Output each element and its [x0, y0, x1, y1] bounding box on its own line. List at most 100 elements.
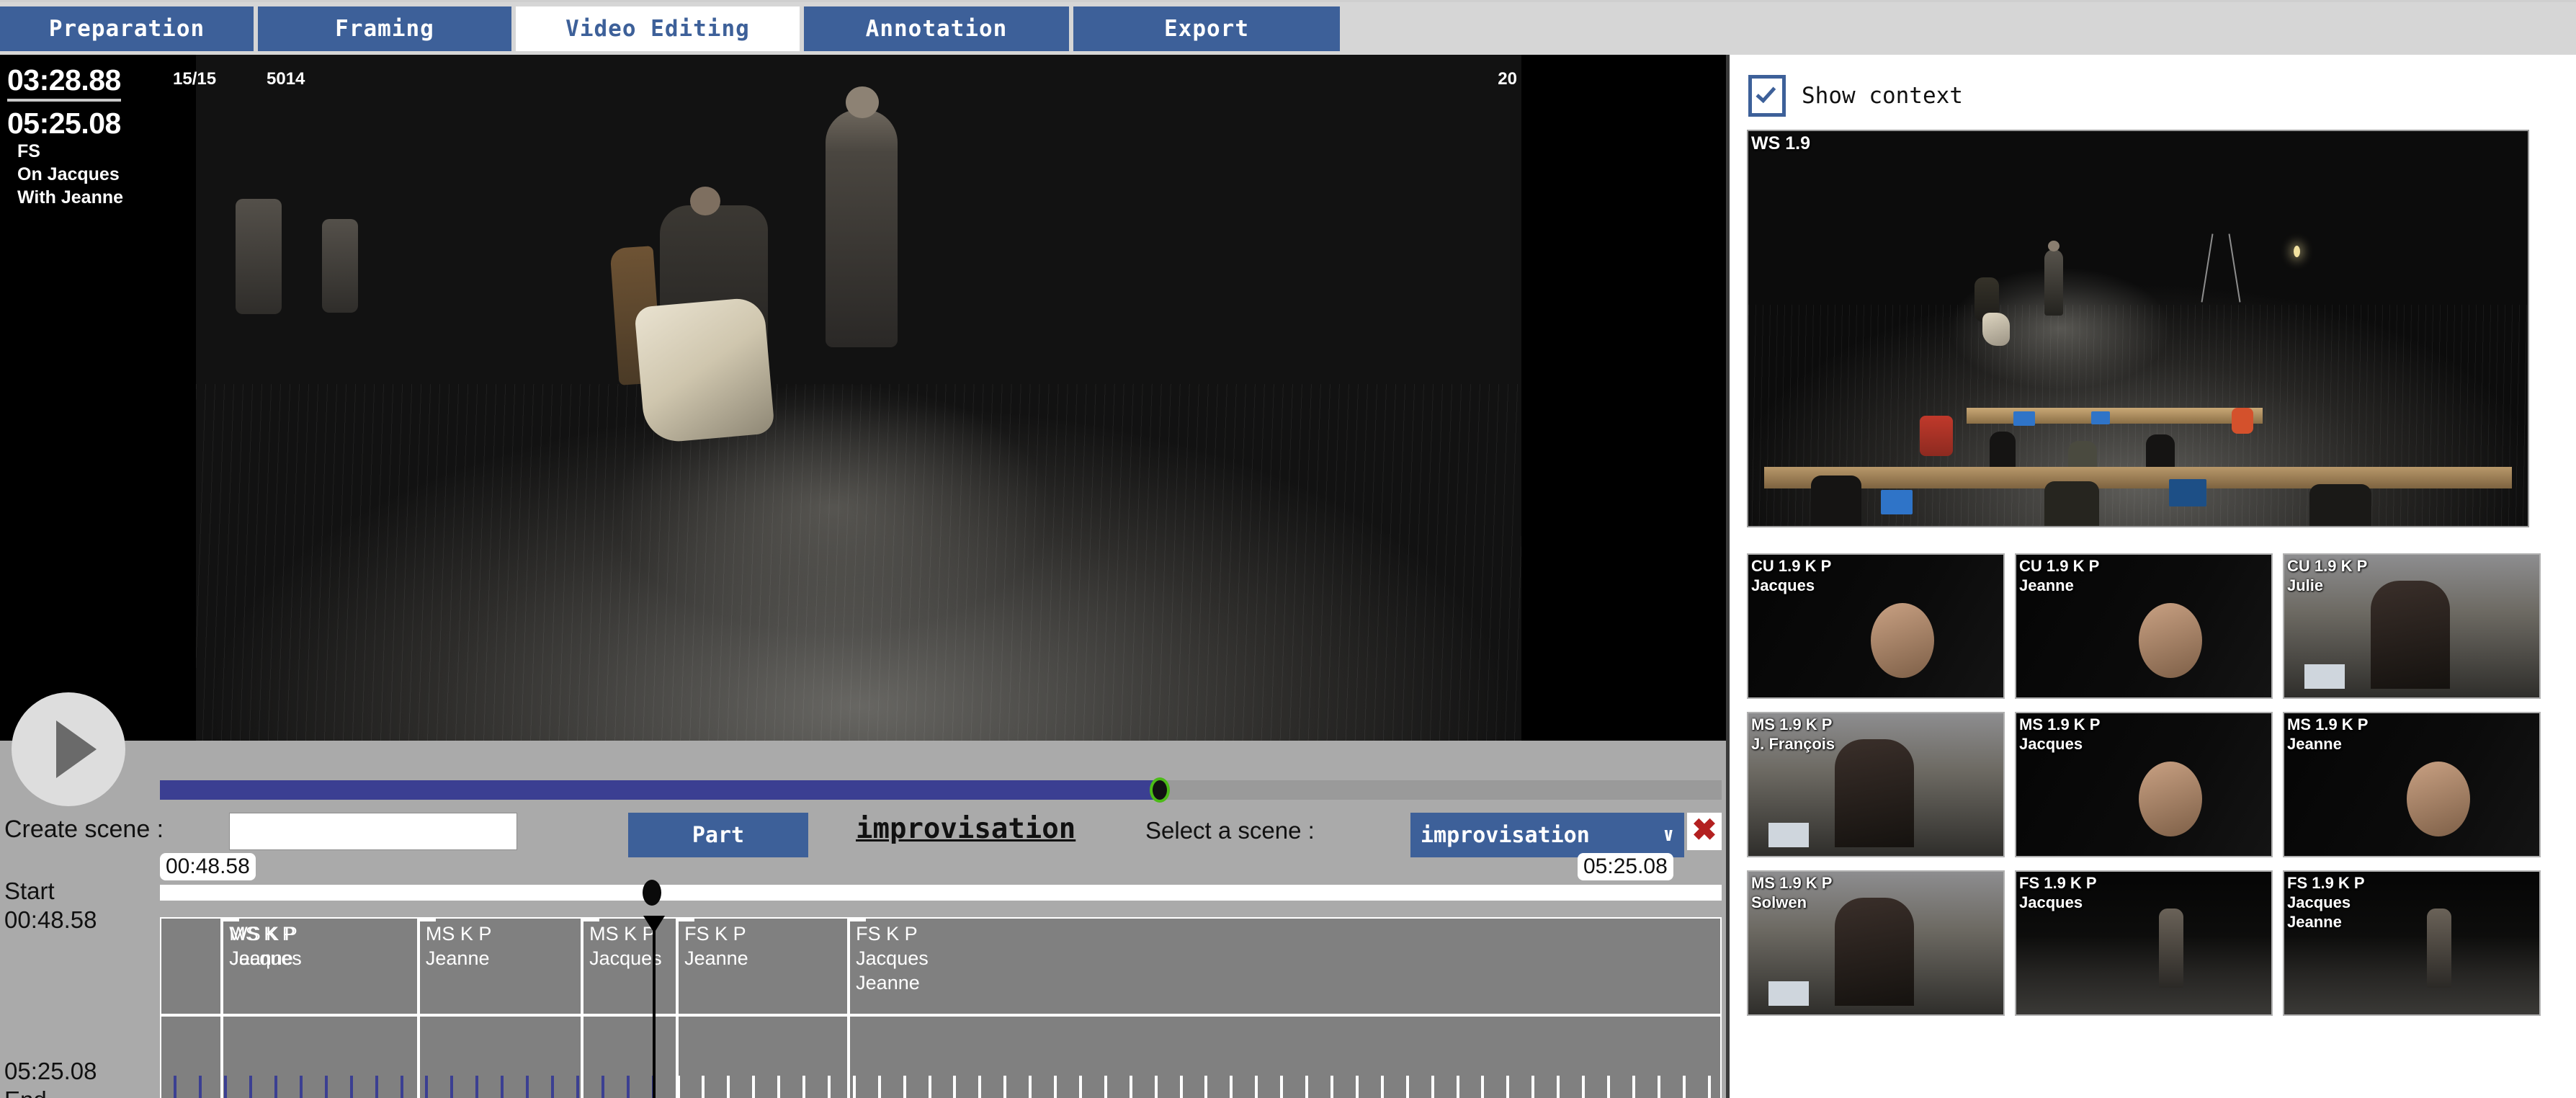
- timeline-segment[interactable]: MS K P Jacques: [220, 919, 302, 1098]
- check-icon: [1756, 82, 1776, 104]
- ruler-tick: [349, 1076, 353, 1098]
- person-orange: [2231, 407, 2253, 434]
- show-context-row[interactable]: Show context: [1748, 75, 1963, 117]
- ruler-tick: [475, 1076, 479, 1098]
- context-thumbnail[interactable]: MS 1.9 K P Jacques: [2015, 712, 2273, 857]
- timeline-segment[interactable]: MS K P Jacques: [581, 919, 662, 1098]
- stage-prop: [236, 198, 282, 314]
- ruler-tick: [526, 1076, 529, 1098]
- tab-annotation[interactable]: Annotation: [804, 6, 1069, 51]
- ruler-tick: [224, 1076, 228, 1098]
- context-thumbnail[interactable]: CU 1.9 K P Jacques: [1747, 553, 2005, 699]
- create-scene-input[interactable]: [229, 813, 517, 850]
- scrubber-handle[interactable]: [642, 880, 661, 906]
- context-thumbnail[interactable]: MS 1.9 K P Jeanne: [2283, 712, 2541, 857]
- ruler-tick: [1582, 1076, 1586, 1098]
- ruler-tick: [827, 1076, 831, 1098]
- context-thumbnail[interactable]: CU 1.9 K P Julie: [2283, 553, 2541, 699]
- ruler-tick: [501, 1076, 504, 1098]
- tab-bar: Preparation Framing Video Editing Annota…: [0, 0, 2576, 55]
- ruler-tick: [1405, 1076, 1409, 1098]
- context-thumbnail[interactable]: CU 1.9 K P Jeanne: [2015, 553, 2273, 699]
- front-desk: [1763, 466, 2513, 488]
- timeline-segment[interactable]: FS K P Jeanne: [676, 919, 748, 1098]
- tab-video-editing[interactable]: Video Editing: [516, 6, 800, 51]
- subject-face: [2138, 603, 2202, 679]
- ruler-tick: [1104, 1076, 1107, 1098]
- context-panel: Show context WS 1.9 CU 1.9 K P Jacques C…: [1726, 55, 2576, 1098]
- ruler-tick: [702, 1076, 705, 1098]
- current-scene-name[interactable]: improvisation: [856, 813, 1075, 845]
- standing-performer: [2159, 909, 2184, 988]
- tab-framing[interactable]: Framing: [258, 6, 511, 51]
- ruler-tick: [1606, 1076, 1610, 1098]
- ruler-tick: [877, 1076, 881, 1098]
- laptop-screen: [1880, 489, 1913, 514]
- thumbnail-caption: WS 1.9: [1751, 133, 1810, 153]
- thumbnail-caption: CU 1.9 K P Jeanne: [2019, 557, 2100, 594]
- ruler-tick: [1431, 1076, 1434, 1098]
- scene-select-value: improvisation: [1421, 822, 1590, 848]
- ruler-tick: [1179, 1076, 1183, 1098]
- ruler-tick: [1355, 1076, 1359, 1098]
- ruler-tick: [1280, 1076, 1284, 1098]
- stage-prop: [321, 219, 358, 313]
- close-icon: ✖: [1691, 813, 1717, 847]
- crew-member: [1990, 432, 2016, 471]
- context-thumbnail[interactable]: FS 1.9 K P Jacques Jeanne: [2283, 870, 2541, 1016]
- tab-label: Annotation: [865, 16, 1008, 42]
- overlay-current-time: 03:28.88: [7, 63, 121, 102]
- progress-fill: [160, 780, 1160, 800]
- ruler-tick: [1255, 1076, 1258, 1098]
- scene-timeline[interactable]: WS K P Jeanne MS K P Jacques MS K P Jeanne MS …: [160, 916, 1722, 1098]
- scene-select-dropdown[interactable]: improvisation ∨: [1410, 813, 1684, 857]
- play-button[interactable]: [12, 692, 125, 806]
- segment-label: MS K P Jeanne: [425, 923, 492, 969]
- context-thumbnail[interactable]: MS 1.9 K P Solwen: [1747, 870, 2005, 1016]
- ruler-tick: [752, 1076, 756, 1098]
- dress-prop: [1982, 313, 2010, 347]
- laptop-screen: [2304, 664, 2345, 689]
- thumbnail-caption: CU 1.9 K P Julie: [2287, 557, 2368, 594]
- overlay-right-number: 20: [1498, 69, 1517, 89]
- ruler-tick: [953, 1076, 957, 1098]
- thumbnail-caption: MS 1.9 K P J. François: [1751, 715, 1835, 753]
- ruler-tick: [903, 1076, 906, 1098]
- ruler-tick: [626, 1076, 630, 1098]
- timeline-end-bubble: 05:25.08: [1578, 853, 1673, 880]
- timeline-segment[interactable]: FS K P Jacques Jeanne: [847, 919, 929, 1098]
- thumbnail-caption: CU 1.9 K P Jacques: [1751, 557, 1832, 594]
- context-main-thumbnail[interactable]: WS 1.9: [1747, 130, 2529, 527]
- ruler-tick: [928, 1076, 931, 1098]
- video-player[interactable]: 03:28.88 05:25.08 FS On Jacques With Jea…: [0, 55, 1726, 741]
- timeline-start-bubble: 00:48.58: [160, 853, 256, 880]
- ruler-tick: [1657, 1076, 1660, 1098]
- tab-label: Framing: [335, 16, 434, 42]
- timeline-segment[interactable]: MS K P Jeanne: [416, 919, 491, 1098]
- timeline-playhead[interactable]: [643, 916, 665, 1098]
- video-progress-bar[interactable]: [160, 777, 1722, 803]
- part-button[interactable]: Part: [628, 813, 808, 857]
- show-context-checkbox[interactable]: [1748, 75, 1786, 117]
- progress-handle[interactable]: [1149, 777, 1170, 803]
- ruler-tick: [1078, 1076, 1082, 1098]
- end-time: 05:25.08: [4, 1058, 97, 1084]
- subject-face: [2138, 762, 2202, 837]
- context-thumbnail[interactable]: FS 1.9 K P Jacques: [2015, 870, 2273, 1016]
- chevron-down-icon: ∨: [1663, 824, 1674, 846]
- subject-silhouette: [1835, 738, 1915, 847]
- laptop-screen: [1768, 823, 1810, 848]
- context-thumbnail[interactable]: MS 1.9 K P J. François: [1747, 712, 2005, 857]
- ruler-tick: [1029, 1076, 1032, 1098]
- start-time: 00:48.58: [4, 906, 97, 933]
- tab-label: Preparation: [48, 16, 205, 42]
- delete-scene-button[interactable]: ✖: [1687, 813, 1722, 850]
- mixing-desk: [2044, 481, 2100, 526]
- editor-left-column: 03:28.88 05:25.08 FS On Jacques With Jea…: [0, 55, 1726, 1098]
- tab-export[interactable]: Export: [1073, 6, 1340, 51]
- ruler-tick: [551, 1076, 554, 1098]
- tab-preparation[interactable]: Preparation: [0, 6, 254, 51]
- timeline-scrubber[interactable]: [160, 880, 1722, 906]
- control-table: [1966, 407, 2263, 424]
- ruler-tick: [274, 1076, 278, 1098]
